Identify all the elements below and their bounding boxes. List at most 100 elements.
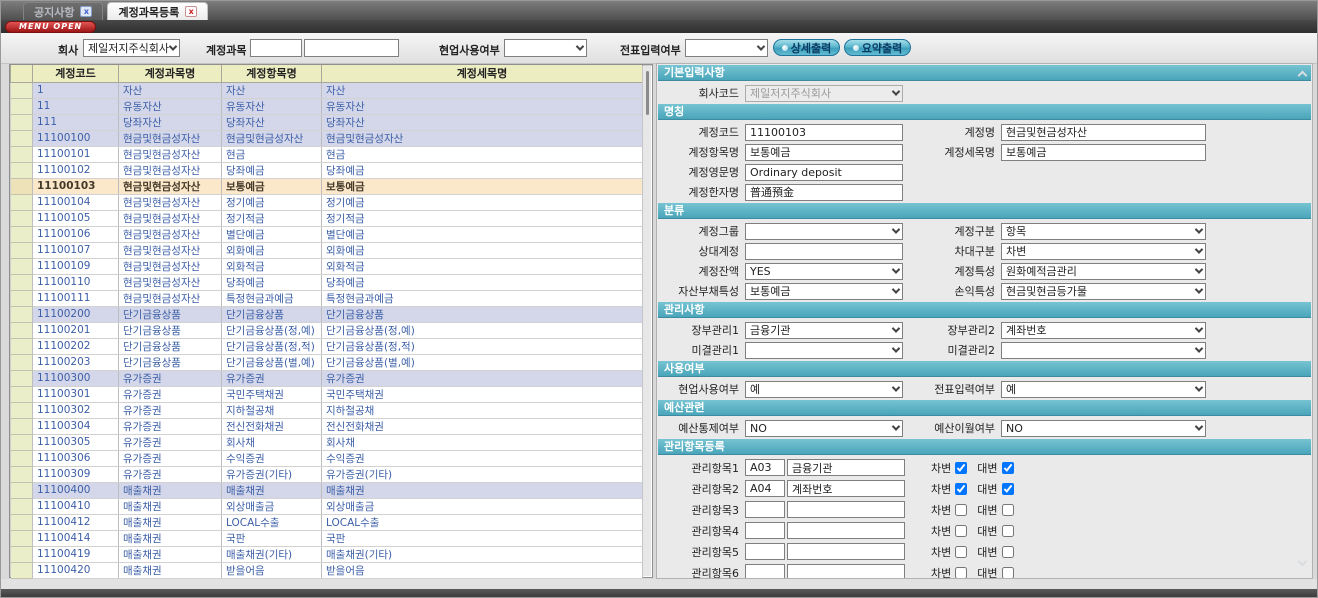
account-code-cell[interactable]: 11100412 — [33, 514, 119, 530]
item-name-cell[interactable]: 유동자산 — [222, 98, 322, 114]
subject-name-cell[interactable]: 현금및현금성자산 — [119, 274, 222, 290]
subject-name-cell[interactable]: 현금및현금성자산 — [119, 162, 222, 178]
subject-name-cell[interactable]: 매출채권 — [119, 562, 222, 578]
subject-name-cell[interactable]: 유동자산 — [119, 98, 222, 114]
mgmt-item-name-field[interactable] — [787, 543, 905, 560]
account-code-cell[interactable]: 11100105 — [33, 210, 119, 226]
row-selector[interactable] — [11, 562, 33, 578]
detail-name-cell[interactable]: 단기금융상품 — [322, 306, 643, 322]
item-name-cell[interactable]: 별단예금 — [222, 226, 322, 242]
table-row[interactable]: 11100410매출채권외상매출금외상매출금 — [11, 498, 643, 514]
company-code-select[interactable]: 제일저지주식회사 — [745, 85, 903, 102]
account-code-cell[interactable]: 11100302 — [33, 402, 119, 418]
subject-name-cell[interactable]: 현금및현금성자산 — [119, 194, 222, 210]
budget-carry-select[interactable]: NO — [1001, 420, 1206, 437]
item-name-cell[interactable]: 유가증권(기타) — [222, 466, 322, 482]
table-row[interactable]: 11100304유가증권전신전화채권전신전화채권 — [11, 418, 643, 434]
subject-name-cell[interactable]: 현금및현금성자산 — [119, 258, 222, 274]
row-selector[interactable] — [11, 322, 33, 338]
subject-name-cell[interactable]: 매출채권 — [119, 546, 222, 562]
detail-name-cell[interactable]: 외화적금 — [322, 258, 643, 274]
company-select[interactable]: 제일저지주식회사 — [83, 39, 180, 57]
account-code-cell[interactable]: 1 — [33, 82, 119, 98]
item-name-cell[interactable]: 국민주택채권 — [222, 386, 322, 402]
account-div-select[interactable]: 항목 — [1001, 223, 1206, 240]
table-row[interactable]: 11100400매출채권매출채권매출채권 — [11, 482, 643, 498]
item-name-cell[interactable]: 외화적금 — [222, 258, 322, 274]
detail-name-cell[interactable]: 별단예금 — [322, 226, 643, 242]
account-code-cell[interactable]: 11100419 — [33, 546, 119, 562]
detail-name-cell[interactable]: 유가증권 — [322, 370, 643, 386]
account-code-cell[interactable]: 11100410 — [33, 498, 119, 514]
subject-name-cell[interactable]: 매출채권 — [119, 498, 222, 514]
row-selector[interactable] — [11, 370, 33, 386]
row-selector[interactable] — [11, 482, 33, 498]
table-row[interactable]: 11100202단기금융상품단기금융상품(정,적)단기금융상품(정,적) — [11, 338, 643, 354]
item-name-cell[interactable]: 특정현금과예금 — [222, 290, 322, 306]
detail-name-cell[interactable]: 국민주택채권 — [322, 386, 643, 402]
table-row[interactable]: 11100420매출채권받을어음받을어음 — [11, 562, 643, 578]
table-row[interactable]: 11100305유가증권회사채회사채 — [11, 434, 643, 450]
item-name-cell[interactable]: 정기예금 — [222, 194, 322, 210]
table-row[interactable]: 11100102현금및현금성자산당좌예금당좌예금 — [11, 162, 643, 178]
subject-name-cell[interactable]: 유가증권 — [119, 370, 222, 386]
table-row[interactable]: 11100302유가증권지하철공채지하철공채 — [11, 402, 643, 418]
item-name-cell[interactable]: 매출채권(기타) — [222, 546, 322, 562]
mgmt-item-code-field[interactable] — [745, 564, 785, 579]
mgmt-item-name-field[interactable] — [787, 564, 905, 579]
subject-name-cell[interactable]: 현금및현금성자산 — [119, 226, 222, 242]
account-code-cell[interactable]: 11100203 — [33, 354, 119, 370]
subject-name-cell[interactable]: 단기금융상품 — [119, 306, 222, 322]
detail-name-cell[interactable]: 단기금융상품(별,예) — [322, 354, 643, 370]
table-row[interactable]: 11100200단기금융상품단기금융상품단기금융상품 — [11, 306, 643, 322]
row-selector[interactable] — [11, 466, 33, 482]
col-header-item-name[interactable]: 계정항목명 — [222, 65, 322, 82]
item-name-cell[interactable]: 유가증권 — [222, 370, 322, 386]
account-code-cell[interactable]: 11100420 — [33, 562, 119, 578]
account-code-cell[interactable]: 11100201 — [33, 322, 119, 338]
mgmt-item-code-field[interactable] — [745, 480, 785, 497]
account-code-cell[interactable]: 11100304 — [33, 418, 119, 434]
account-code-cell[interactable]: 11100109 — [33, 258, 119, 274]
english-name-field[interactable] — [745, 164, 903, 181]
table-row[interactable]: 11100301유가증권국민주택채권국민주택채권 — [11, 386, 643, 402]
hanja-name-field[interactable] — [745, 184, 903, 201]
table-row[interactable]: 11100201단기금융상품단기금융상품(정,예)단기금융상품(정,예) — [11, 322, 643, 338]
counter-account-field[interactable] — [745, 243, 903, 260]
detail-name-cell[interactable]: 수익증권 — [322, 450, 643, 466]
table-scrollbar-thumb[interactable] — [646, 71, 649, 115]
item-name-cell[interactable]: 외화예금 — [222, 242, 322, 258]
item-name-cell[interactable]: 수익증권 — [222, 450, 322, 466]
row-selector[interactable] — [11, 146, 33, 162]
item-name-cell[interactable]: 당좌예금 — [222, 162, 322, 178]
subject-name-cell[interactable]: 유가증권 — [119, 418, 222, 434]
close-icon[interactable]: x — [80, 6, 92, 17]
account-code-cell[interactable]: 11100200 — [33, 306, 119, 322]
subject-name-cell[interactable]: 현금및현금성자산 — [119, 210, 222, 226]
item-name-cell[interactable]: 단기금융상품(정,예) — [222, 322, 322, 338]
field-use-select[interactable] — [504, 39, 587, 57]
subject-name-cell[interactable]: 유가증권 — [119, 466, 222, 482]
debit-checkbox[interactable] — [955, 462, 967, 474]
account-code-cell[interactable]: 11100107 — [33, 242, 119, 258]
row-selector[interactable] — [11, 98, 33, 114]
account-code-cell[interactable]: 11100400 — [33, 482, 119, 498]
detail-name-cell[interactable]: 현금 — [322, 146, 643, 162]
detail-name-cell[interactable]: 외화예금 — [322, 242, 643, 258]
detail-name-cell[interactable]: 특정현금과예금 — [322, 290, 643, 306]
item-name-cell[interactable]: 국판 — [222, 530, 322, 546]
subject-name-cell[interactable]: 유가증권 — [119, 450, 222, 466]
credit-checkbox[interactable] — [1002, 525, 1014, 537]
table-row[interactable]: 11100203단기금융상품단기금융상품(별,예)단기금융상품(별,예) — [11, 354, 643, 370]
detail-name-cell[interactable]: 정기적금 — [322, 210, 643, 226]
row-selector[interactable] — [11, 242, 33, 258]
subject-name-cell[interactable]: 매출채권 — [119, 530, 222, 546]
subject-name-cell[interactable]: 현금및현금성자산 — [119, 242, 222, 258]
subject-name-cell[interactable]: 유가증권 — [119, 386, 222, 402]
mgmt-item-code-field[interactable] — [745, 501, 785, 518]
row-selector[interactable] — [11, 514, 33, 530]
detail-name-cell[interactable]: 단기금융상품(정,적) — [322, 338, 643, 354]
table-scrollbar[interactable] — [642, 66, 651, 576]
table-row[interactable]: 11100101현금및현금성자산현금현금 — [11, 146, 643, 162]
field-use-panel-select[interactable]: 예 — [745, 381, 903, 398]
